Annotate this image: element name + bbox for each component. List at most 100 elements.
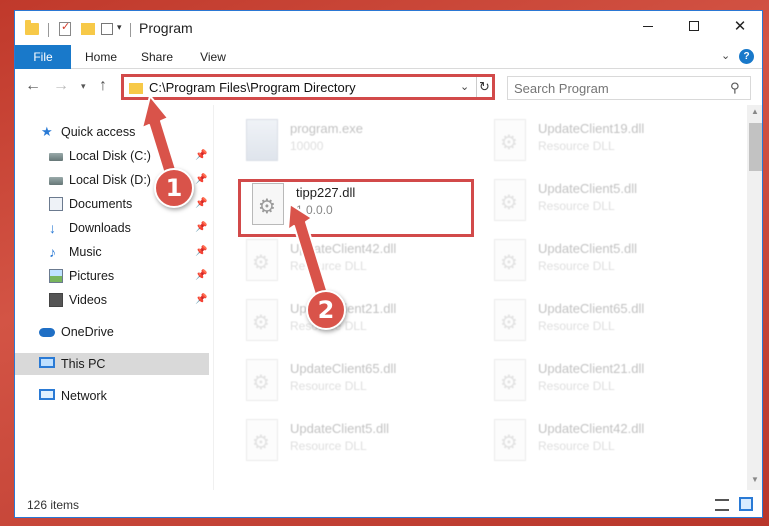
close-button[interactable]: ✕ xyxy=(717,11,762,41)
window-title: Program xyxy=(139,20,193,36)
tab-share[interactable]: Share xyxy=(129,45,185,69)
file-explorer-window: ▾ Program ✕ File Home Share View ⌄ ? ← →… xyxy=(14,10,763,518)
file-item-tipp227-dll[interactable]: tipp227.dll 1.0.0.0 xyxy=(242,179,472,235)
dll-file-icon xyxy=(494,179,526,221)
file-name: UpdateClient42.dll xyxy=(538,421,645,436)
file-item[interactable]: UpdateClient19.dll Resource DLL xyxy=(484,115,714,171)
dll-file-icon xyxy=(494,239,526,281)
nav-item-this-pc[interactable]: This PC xyxy=(15,353,209,375)
dll-file-icon xyxy=(246,359,278,401)
nav-item-onedrive[interactable]: OneDrive xyxy=(15,321,209,343)
tab-home[interactable]: Home xyxy=(73,45,129,69)
download-icon: ↓ xyxy=(49,220,56,236)
nav-item-quick-access[interactable]: ★ Quick access xyxy=(15,121,209,143)
up-arrow-icon[interactable]: ↑ xyxy=(99,77,107,95)
expand-ribbon-chevron-icon[interactable]: ⌄ xyxy=(721,49,730,62)
file-item[interactable]: UpdateClient21.dll Resource DLL xyxy=(484,355,714,411)
file-name: program.exe xyxy=(290,121,363,136)
star-icon: ★ xyxy=(41,124,53,139)
music-icon: ♪ xyxy=(49,244,56,260)
pin-icon[interactable]: 📌 xyxy=(195,289,207,311)
pin-icon[interactable]: 📌 xyxy=(195,145,207,167)
nav-item-downloads[interactable]: ↓ Downloads 📌 xyxy=(15,217,209,239)
file-item[interactable]: UpdateClient21.dll Resource DLL xyxy=(236,295,466,351)
pin-icon[interactable]: 📌 xyxy=(195,241,207,263)
file-list: program.exe 10000 UpdateClient42.dll Res… xyxy=(213,105,747,490)
pin-icon[interactable]: 📌 xyxy=(195,193,207,215)
scroll-down-arrow-icon[interactable]: ▼ xyxy=(751,475,759,484)
maximize-button[interactable] xyxy=(671,11,717,41)
divider xyxy=(48,23,49,37)
search-box[interactable]: ⚲ xyxy=(507,76,751,100)
search-input[interactable] xyxy=(514,80,724,96)
file-name: tipp227.dll xyxy=(296,185,356,200)
large-icons-view-icon[interactable] xyxy=(739,497,753,511)
pin-icon[interactable]: 📌 xyxy=(195,217,207,239)
scroll-up-arrow-icon[interactable]: ▲ xyxy=(751,107,759,116)
forward-arrow-icon[interactable]: → xyxy=(53,77,69,95)
onedrive-icon xyxy=(39,328,55,337)
properties-icon[interactable] xyxy=(101,23,113,35)
help-icon[interactable]: ? xyxy=(739,49,754,64)
file-version: 1.0.0.0 xyxy=(296,203,333,217)
customize-toolbar-chevron-icon[interactable]: ▾ xyxy=(117,22,122,38)
back-arrow-icon[interactable]: ← xyxy=(25,77,41,95)
file-description: Resource DLL xyxy=(538,319,615,333)
nav-item-label: Videos xyxy=(69,293,107,307)
file-item[interactable]: program.exe 10000 xyxy=(236,115,466,171)
new-folder-icon[interactable] xyxy=(81,23,95,35)
file-item[interactable]: UpdateClient5.dll Resource DLL xyxy=(484,235,714,291)
file-name: UpdateClient21.dll xyxy=(538,361,645,376)
videos-icon xyxy=(49,293,63,307)
file-item[interactable]: UpdateClient42.dll Resource DLL xyxy=(236,235,466,291)
file-item[interactable]: UpdateClient65.dll Resource DLL xyxy=(484,295,714,351)
title-bar: ▾ Program ✕ xyxy=(15,11,762,45)
file-description: Resource DLL xyxy=(538,379,615,393)
file-name: UpdateClient42.dll xyxy=(290,241,397,256)
refresh-icon[interactable]: ↻ xyxy=(476,77,492,97)
file-description: Resource DLL xyxy=(290,259,367,273)
navigation-pane: ★ Quick access Local Disk (C:) 📌 Local D… xyxy=(15,105,213,490)
pin-icon[interactable]: 📌 xyxy=(195,169,207,191)
status-bar: 126 items xyxy=(15,490,762,517)
file-item[interactable]: UpdateClient42.dll Resource DLL xyxy=(484,415,714,471)
search-icon[interactable]: ⚲ xyxy=(730,80,740,96)
dll-file-icon xyxy=(246,299,278,341)
nav-item-network[interactable]: Network xyxy=(15,385,209,407)
file-description: Resource DLL xyxy=(290,379,367,393)
details-view-icon[interactable] xyxy=(715,499,729,511)
nav-item-label: OneDrive xyxy=(61,325,114,339)
nav-item-label: Music xyxy=(69,245,102,259)
file-item[interactable]: UpdateClient65.dll Resource DLL xyxy=(236,355,466,411)
nav-item-music[interactable]: ♪ Music 📌 xyxy=(15,241,209,263)
recent-locations-chevron-icon[interactable]: ▾ xyxy=(81,81,86,92)
address-path[interactable]: C:\Program Files\Program Directory xyxy=(149,80,356,95)
nav-item-videos[interactable]: Videos 📌 xyxy=(15,289,209,311)
nav-item-pictures[interactable]: Pictures 📌 xyxy=(15,265,209,287)
minimize-button[interactable] xyxy=(625,11,671,41)
nav-item-label: Local Disk (C:) xyxy=(69,149,151,163)
tab-file[interactable]: File xyxy=(15,45,71,69)
vertical-scrollbar[interactable]: ▲ ▼ xyxy=(747,105,762,490)
properties-check-icon[interactable] xyxy=(59,20,71,36)
disk-icon xyxy=(49,177,63,185)
address-dropdown-chevron-icon[interactable]: ⌄ xyxy=(460,80,469,93)
folder-icon xyxy=(129,83,143,94)
nav-item-label: Quick access xyxy=(61,125,136,139)
scroll-thumb[interactable] xyxy=(749,123,762,171)
tab-view[interactable]: View xyxy=(185,45,241,69)
pictures-icon xyxy=(49,269,63,283)
file-item[interactable]: UpdateClient5.dll Resource DLL xyxy=(236,415,466,471)
step-badge-2: 2 xyxy=(306,290,346,330)
dll-file-icon xyxy=(252,183,284,225)
address-bar[interactable]: C:\Program Files\Program Directory ⌄ ↻ xyxy=(121,74,495,100)
nav-item-label: This PC xyxy=(61,357,106,371)
folder-icon xyxy=(25,20,39,35)
file-name: UpdateClient65.dll xyxy=(290,361,397,376)
dll-file-icon xyxy=(494,299,526,341)
maximize-icon xyxy=(689,21,699,31)
file-item[interactable]: UpdateClient5.dll Resource DLL xyxy=(484,175,714,231)
file-description: Resource DLL xyxy=(538,439,615,453)
pin-icon[interactable]: 📌 xyxy=(195,265,207,287)
nav-item-local-disk-c[interactable]: Local Disk (C:) 📌 xyxy=(15,145,209,167)
